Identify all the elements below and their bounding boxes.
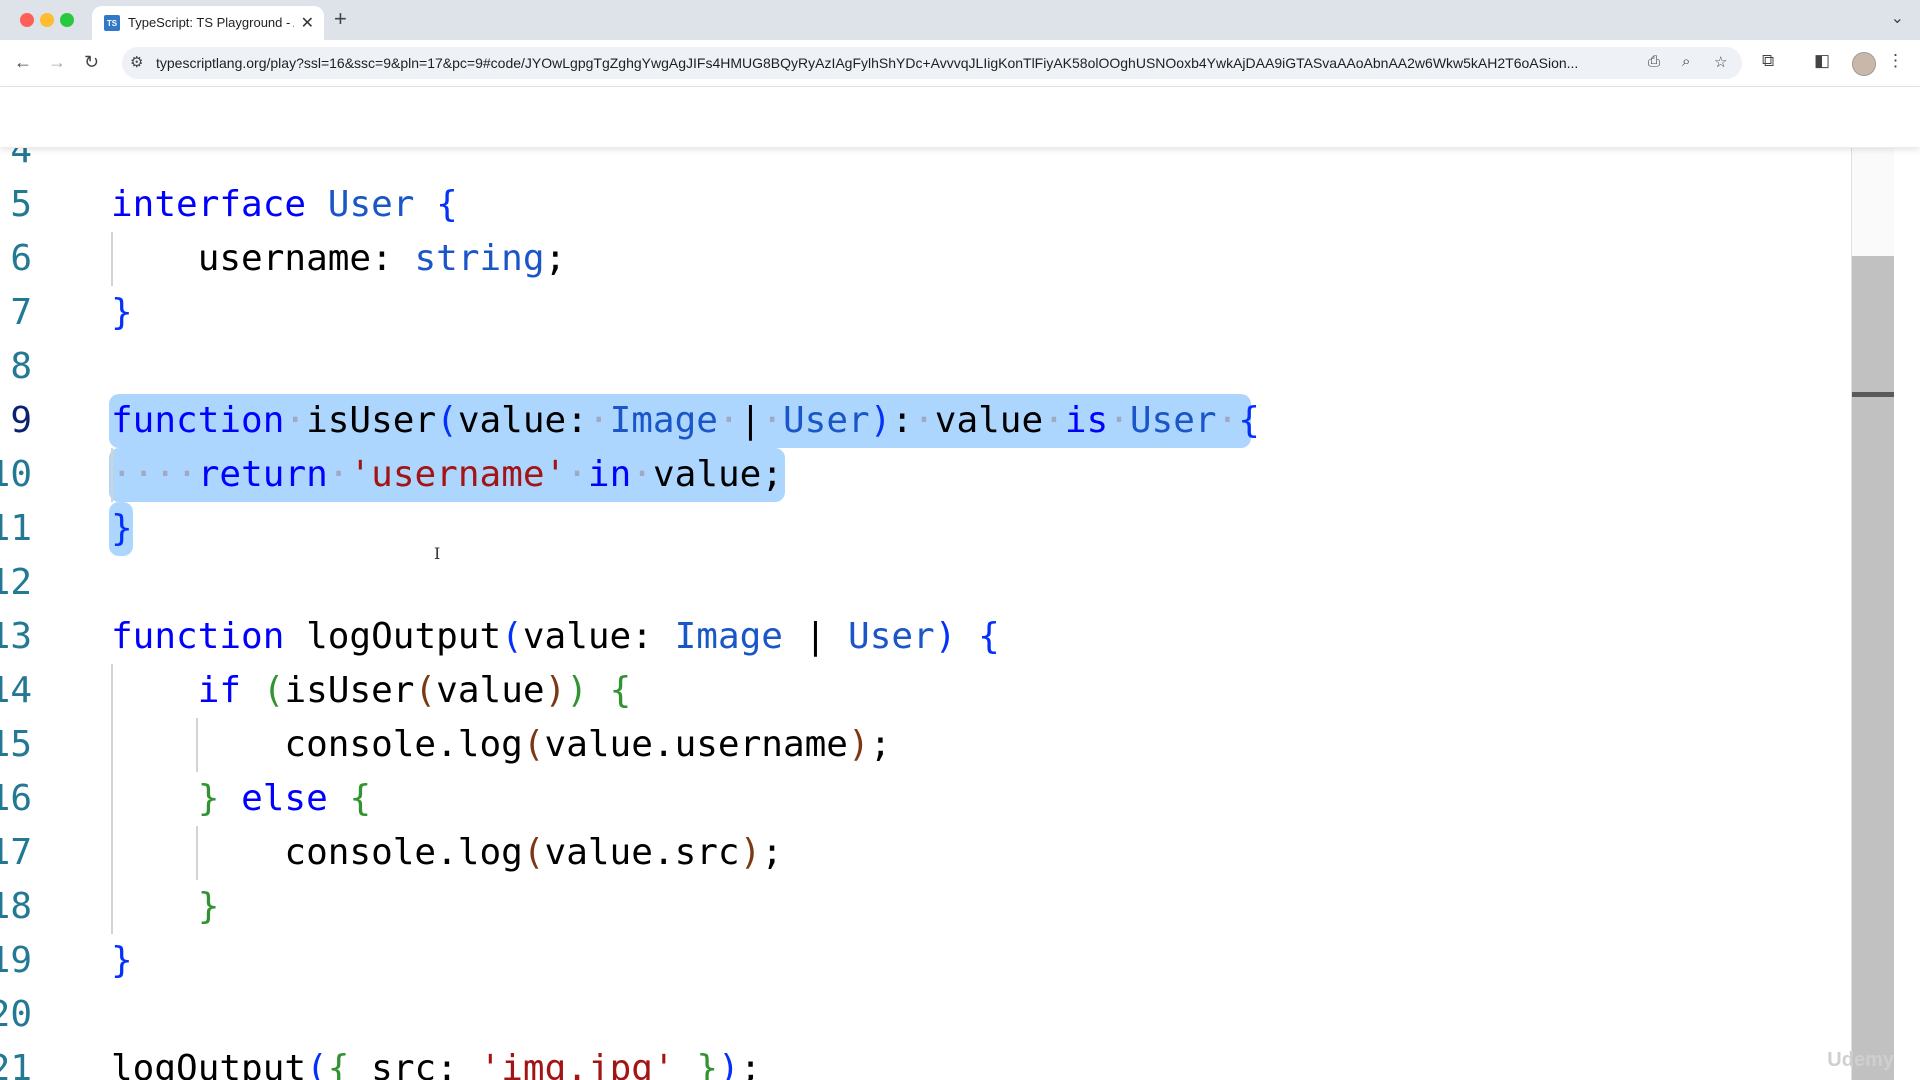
udemy-watermark: Udemy <box>1827 1049 1894 1071</box>
code-line: 20 <box>0 988 1850 1042</box>
code-line: 15 console.log(value.username); <box>0 718 1850 772</box>
code-line: 9 function·isUser(value:·Image·|·User):·… <box>0 394 1850 448</box>
line-number: 19 <box>0 940 32 981</box>
code-text: } else { <box>197 778 372 819</box>
code-text: function·isUser(value:·Image·|·User):·va… <box>111 400 1260 441</box>
code-text: username: string; <box>197 238 567 279</box>
editor-scrollbar[interactable] <box>1851 148 1894 1080</box>
new-tab-icon[interactable]: + <box>334 8 347 30</box>
maximize-window-button[interactable] <box>60 13 74 27</box>
menu-dots-icon[interactable]: ⋮ <box>1887 51 1904 71</box>
line-number: 7 <box>10 292 32 333</box>
line-number: 13 <box>0 616 32 657</box>
code-editor[interactable]: 4 5 interface User { 6 username: string;… <box>0 148 1850 1080</box>
typescript-favicon-icon: TS <box>104 15 120 31</box>
tab-title: TypeScript: TS Playground - A <box>128 15 294 30</box>
close-window-button[interactable] <box>20 13 34 27</box>
code-line: 10 ····return·'username'·in·value; <box>0 448 1850 502</box>
address-bar[interactable]: ⚙ typescriptlang.org/play?ssl=16&ssc=9&p… <box>122 47 1742 79</box>
code-line: 16 } else { <box>0 772 1850 826</box>
extensions-icon[interactable]: ⧉ <box>1762 51 1774 71</box>
code-line: 6 username: string; <box>0 232 1850 286</box>
line-number: 15 <box>0 724 32 765</box>
line-number: 12 <box>0 562 32 603</box>
back-icon[interactable]: ← <box>14 50 32 74</box>
browser-toolbar: ← → ↻ ⚙ typescriptlang.org/play?ssl=16&s… <box>0 40 1920 87</box>
code-text: if (isUser(value)) { <box>197 670 632 711</box>
code-line: 19 } <box>0 934 1850 988</box>
code-text: } <box>111 940 133 981</box>
code-line: 17 console.log(value.src); <box>0 826 1850 880</box>
code-text: function logOutput(value: Image | User) … <box>111 616 1000 657</box>
close-tab-icon[interactable]: ✕ <box>301 13 314 33</box>
code-line: 7 } <box>0 286 1850 340</box>
line-number: 5 <box>10 184 32 225</box>
code-line: 21 logOutput({ src: 'img.jpg' }); <box>0 1042 1850 1080</box>
code-line: 13 function logOutput(value: Image | Use… <box>0 610 1850 664</box>
line-number: 8 <box>10 346 32 387</box>
forward-icon[interactable]: → <box>48 50 66 74</box>
line-number: 20 <box>0 994 32 1035</box>
url-text[interactable]: typescriptlang.org/play?ssl=16&ssc=9&pln… <box>156 55 1636 71</box>
line-number: 4 <box>10 148 32 171</box>
profile-avatar[interactable] <box>1852 52 1876 76</box>
line-number: 10 <box>0 454 32 495</box>
line-number: 9 <box>10 400 32 441</box>
code-line: 14 if (isUser(value)) { <box>0 664 1850 718</box>
scrollbar-thumb[interactable] <box>1852 256 1894 1080</box>
tab-search-chevron-icon[interactable]: ⌄ <box>1891 8 1904 28</box>
text-cursor-icon: I <box>434 544 441 563</box>
code-text: console.log(value.src); <box>284 832 783 873</box>
playground-header <box>0 87 1920 147</box>
bookmark-star-icon[interactable]: ☆ <box>1714 53 1727 71</box>
code-text: console.log(value.username); <box>284 724 892 765</box>
code-text: } <box>111 292 133 333</box>
code-text: interface User { <box>111 184 458 225</box>
code-text: ····return·'username'·in·value; <box>111 454 784 495</box>
code-text: } <box>197 886 220 927</box>
line-number: 17 <box>0 832 32 873</box>
install-icon[interactable]: ⎙ <box>1648 53 1660 70</box>
scrollbar-position-marker <box>1852 392 1894 397</box>
line-number: 6 <box>10 238 32 279</box>
line-number: 16 <box>0 778 32 819</box>
code-line: 11 } <box>0 502 1850 556</box>
minimize-window-button[interactable] <box>40 13 54 27</box>
line-number: 14 <box>0 670 32 711</box>
code-line: 5 interface User { <box>0 178 1850 232</box>
line-number: 11 <box>0 508 32 549</box>
zoom-icon[interactable]: ⌕ <box>1682 53 1690 70</box>
line-number: 18 <box>0 886 32 927</box>
code-line: 4 <box>0 148 1850 178</box>
site-info-icon[interactable]: ⚙ <box>130 53 143 71</box>
sidepanel-icon[interactable]: ◧ <box>1814 51 1830 71</box>
line-number: 21 <box>0 1048 32 1080</box>
tab-strip: TS TypeScript: TS Playground - A ✕ + ⌄ <box>0 0 1920 40</box>
code-line: 8 <box>0 340 1850 394</box>
reload-icon[interactable]: ↻ <box>84 50 99 74</box>
code-line: 12 <box>0 556 1850 610</box>
browser-tab-active[interactable]: TS TypeScript: TS Playground - A ✕ <box>92 6 324 40</box>
code-text: } <box>111 508 133 549</box>
code-text: logOutput({ src: 'img.jpg' }); <box>111 1048 762 1080</box>
code-line: 18 } <box>0 880 1850 934</box>
